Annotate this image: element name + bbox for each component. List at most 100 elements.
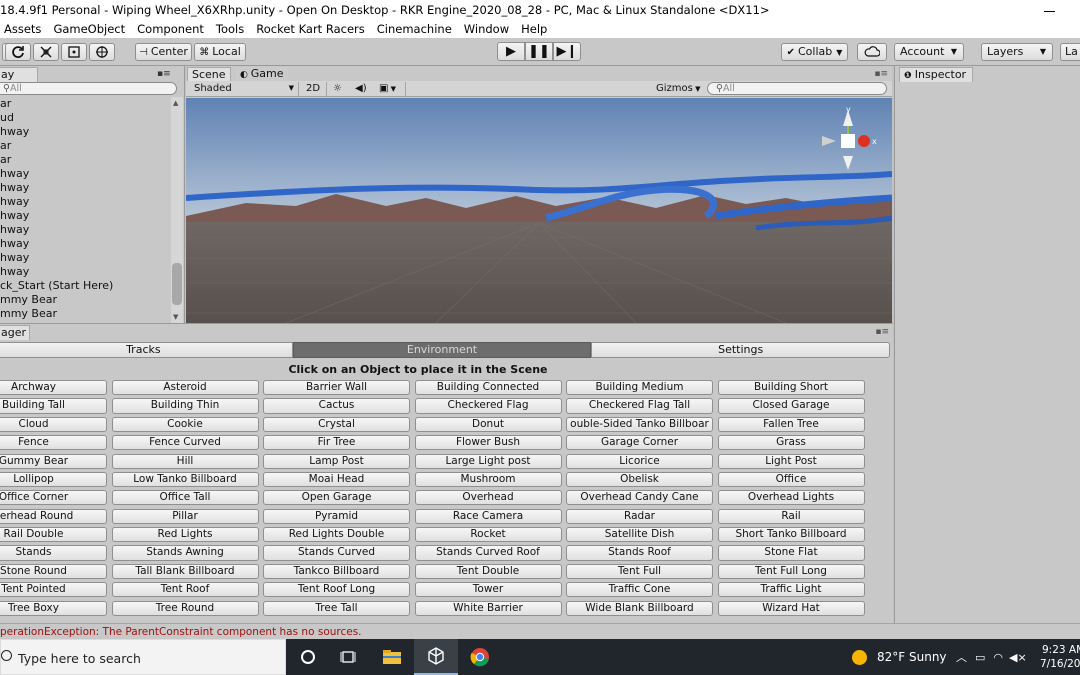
object-button[interactable]: Barrier Wall bbox=[263, 380, 410, 396]
scene-viewport[interactable]: y x bbox=[186, 98, 892, 323]
object-button[interactable]: Stands Awning bbox=[111, 545, 259, 561]
object-button[interactable]: Traffic Light bbox=[717, 582, 865, 598]
object-button[interactable]: Asteroid bbox=[111, 380, 259, 396]
object-button[interactable]: Garage Corner bbox=[566, 435, 713, 451]
scale-tool-button[interactable] bbox=[33, 43, 59, 61]
object-button[interactable]: Red Lights bbox=[111, 527, 259, 543]
tab-tracks[interactable]: Tracks bbox=[0, 342, 293, 358]
tab-hierarchy[interactable]: ay bbox=[0, 67, 38, 82]
object-button[interactable]: Stands Curved Roof bbox=[414, 545, 562, 561]
object-button[interactable]: Radar bbox=[566, 508, 713, 524]
chrome-taskbar-button[interactable] bbox=[458, 639, 502, 675]
step-button[interactable]: ▶❙ bbox=[553, 42, 581, 61]
lock-icon[interactable]: ▪≡ bbox=[157, 69, 171, 79]
object-button[interactable]: Large Light post bbox=[414, 453, 562, 469]
list-item[interactable]: ud bbox=[0, 111, 170, 125]
object-button[interactable]: Flower Bush bbox=[414, 435, 562, 451]
tab-scene[interactable]: Scene bbox=[187, 67, 231, 82]
list-item[interactable]: ar bbox=[0, 139, 170, 153]
list-item[interactable]: hway bbox=[0, 195, 170, 209]
list-item[interactable]: mmy Bear bbox=[0, 307, 170, 321]
object-button[interactable]: Donut bbox=[414, 416, 562, 432]
lighting-toggle[interactable]: ☼ bbox=[333, 82, 347, 96]
object-button[interactable]: Tent Full Long bbox=[717, 563, 865, 579]
menu-help[interactable]: Help bbox=[521, 20, 547, 38]
rotate-tool-button[interactable] bbox=[5, 43, 31, 61]
object-button[interactable]: Rocket bbox=[414, 527, 562, 543]
object-button[interactable]: Gummy Bear bbox=[0, 453, 107, 469]
pause-button[interactable]: ❚❚ bbox=[525, 42, 553, 61]
object-button[interactable]: Tree Tall bbox=[263, 600, 410, 616]
object-button[interactable]: Grass bbox=[717, 435, 865, 451]
2d-toggle-button[interactable]: 2D bbox=[303, 82, 323, 96]
collab-dropdown[interactable]: ✔ Collab ▼ bbox=[781, 43, 848, 61]
list-item[interactable]: hway bbox=[0, 167, 170, 181]
object-button[interactable]: Tent Roof Long bbox=[263, 582, 410, 598]
task-view-button[interactable] bbox=[326, 639, 370, 675]
taskbar-clock[interactable]: 9:23 AM 7/16/202 bbox=[1040, 643, 1080, 671]
list-item[interactable]: hway bbox=[0, 209, 170, 223]
list-item[interactable]: mmy Bear bbox=[0, 293, 170, 307]
tab-manager[interactable]: ager bbox=[0, 325, 30, 340]
object-button[interactable]: Stone Flat bbox=[717, 545, 865, 561]
taskbar-search-box[interactable]: Type here to search bbox=[0, 639, 286, 675]
tab-inspector[interactable]: ❶ Inspector bbox=[899, 67, 973, 82]
object-button[interactable]: Tower bbox=[414, 582, 562, 598]
object-button[interactable]: Stands Curved bbox=[263, 545, 410, 561]
list-item[interactable]: ar bbox=[0, 97, 170, 111]
scroll-up-icon[interactable]: ▲ bbox=[173, 99, 178, 107]
layout-dropdown[interactable]: La bbox=[1060, 43, 1080, 61]
menu-window[interactable]: Window bbox=[464, 20, 509, 38]
object-button[interactable]: Building Connected bbox=[414, 380, 562, 396]
object-button[interactable]: Checkered Flag Tall bbox=[566, 398, 713, 414]
object-button[interactable]: Office bbox=[717, 471, 865, 488]
list-item[interactable]: hway bbox=[0, 265, 170, 279]
battery-icon[interactable]: ▭ bbox=[975, 651, 985, 664]
object-button[interactable]: Tree Boxy bbox=[0, 600, 107, 616]
object-button[interactable]: Building Thin bbox=[111, 398, 259, 414]
space-local-toggle[interactable]: ⌘ Local bbox=[194, 43, 246, 61]
object-button[interactable]: Low Tanko Billboard bbox=[111, 471, 259, 488]
object-button[interactable]: Tent Double bbox=[414, 563, 562, 579]
object-button[interactable]: Red Lights Double bbox=[263, 527, 410, 543]
object-button[interactable]: Stands Roof bbox=[566, 545, 713, 561]
object-button[interactable]: Tree Round bbox=[111, 600, 259, 616]
object-button[interactable]: Office Tall bbox=[111, 490, 259, 506]
list-item[interactable]: hway bbox=[0, 223, 170, 237]
object-button[interactable]: White Barrier bbox=[414, 600, 562, 616]
hierarchy-scrollbar[interactable]: ▲ ▼ bbox=[171, 97, 183, 323]
object-button[interactable]: Building Short bbox=[717, 380, 865, 396]
object-button[interactable]: Wizard Hat bbox=[717, 600, 865, 616]
object-button[interactable]: Overhead Lights bbox=[717, 490, 865, 506]
list-item[interactable]: hway bbox=[0, 237, 170, 251]
object-button[interactable]: Overhead bbox=[414, 490, 562, 506]
error-message[interactable]: perationException: The ParentConstraint … bbox=[0, 626, 362, 638]
cloud-button[interactable] bbox=[857, 43, 887, 61]
menu-tools[interactable]: Tools bbox=[216, 20, 244, 38]
list-item[interactable]: ck_Start (Start Here) bbox=[0, 279, 170, 293]
scrollbar-thumb[interactable] bbox=[172, 263, 182, 305]
list-item[interactable]: hway bbox=[0, 251, 170, 265]
object-button[interactable]: Pillar bbox=[111, 508, 259, 524]
audio-toggle[interactable]: ◀) bbox=[355, 82, 371, 96]
list-item[interactable]: ar bbox=[0, 153, 170, 167]
object-button[interactable]: Rail Double bbox=[0, 527, 107, 543]
transform-tool-button[interactable] bbox=[89, 43, 115, 61]
gizmos-dropdown[interactable]: Gizmos ▼ bbox=[656, 82, 700, 96]
object-button[interactable]: Rail bbox=[717, 508, 865, 524]
minimize-button[interactable] bbox=[1038, 2, 1060, 18]
chevron-up-icon[interactable]: ︿ bbox=[956, 649, 967, 665]
unity-taskbar-button[interactable] bbox=[414, 639, 458, 675]
object-button[interactable]: Stands bbox=[0, 545, 107, 561]
object-button[interactable]: Obelisk bbox=[566, 471, 713, 488]
scroll-down-icon[interactable]: ▼ bbox=[173, 313, 178, 321]
object-button[interactable]: Crystal bbox=[263, 416, 410, 432]
effects-dropdown[interactable]: ▣ ▼ bbox=[379, 82, 403, 96]
object-button[interactable]: Building Tall bbox=[0, 398, 107, 414]
shading-mode-dropdown[interactable]: Shaded ▼ bbox=[194, 82, 296, 96]
play-button[interactable]: ▶ bbox=[497, 42, 525, 61]
object-button[interactable]: Fence Curved bbox=[111, 435, 259, 451]
object-button[interactable]: Closed Garage bbox=[717, 398, 865, 414]
cortana-button[interactable] bbox=[286, 639, 330, 675]
list-item[interactable]: hway bbox=[0, 125, 170, 139]
